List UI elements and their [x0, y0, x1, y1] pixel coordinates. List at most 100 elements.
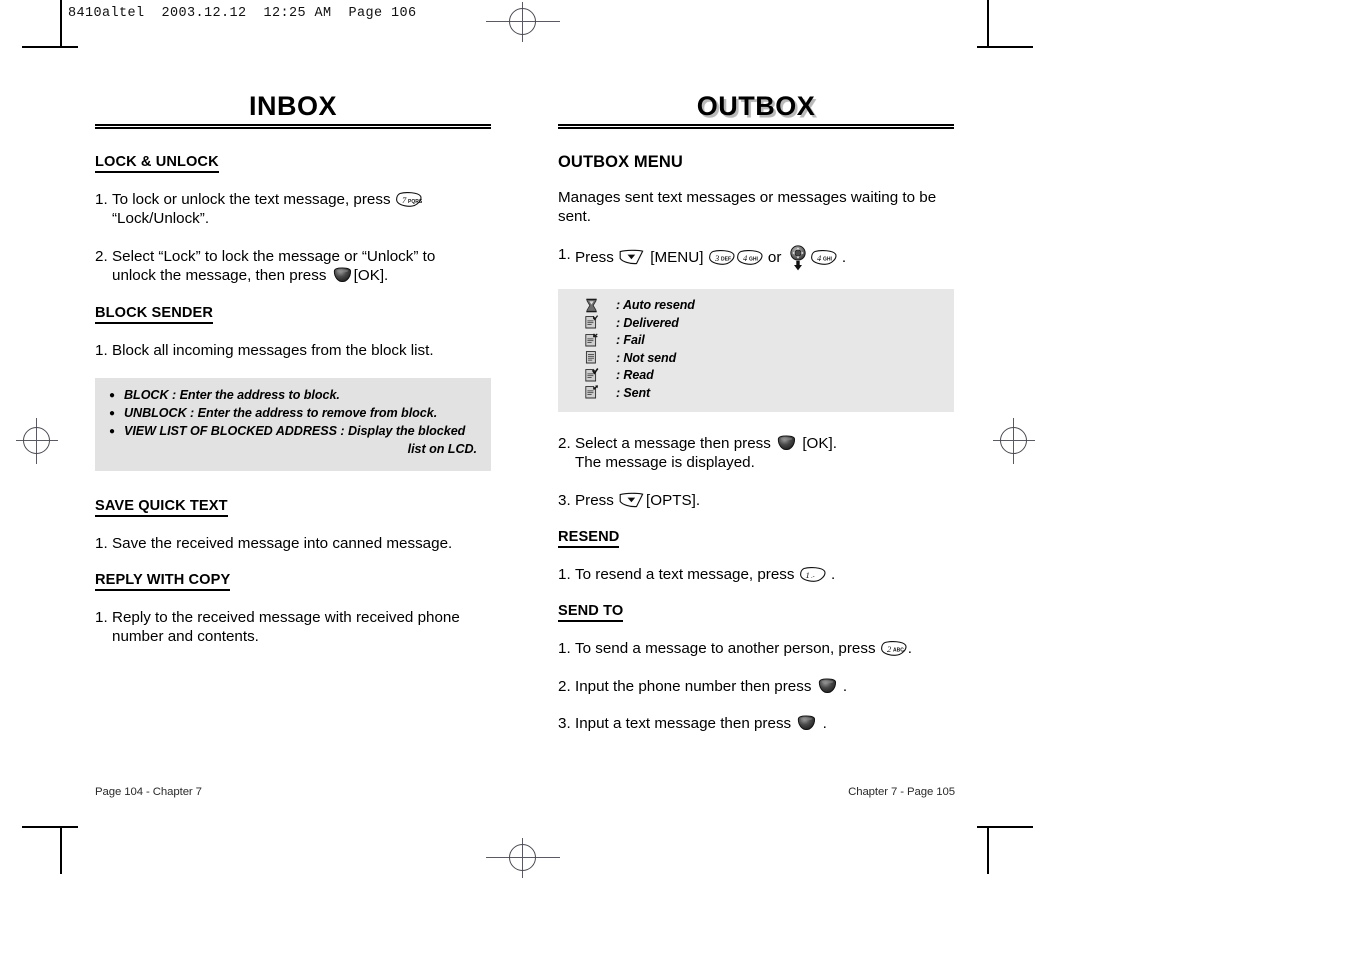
- callout-line: ● UNBLOCK : Enter the address to remove …: [109, 405, 477, 423]
- legend-row: : Sent: [558, 384, 954, 402]
- ok-button-icon[interactable]: [777, 435, 796, 451]
- doc-x-icon: [584, 333, 616, 348]
- legend-label: : Delivered: [616, 315, 679, 330]
- step-number: 2.: [95, 247, 108, 265]
- legend-row: : Read: [558, 367, 954, 385]
- step-number: 3.: [558, 715, 571, 733]
- step-block-sender-1: 1. Block all incoming messages from the …: [95, 341, 491, 360]
- step-number: 2.: [558, 677, 571, 695]
- ok-button-icon[interactable]: [818, 678, 837, 694]
- legend-row: : Fail: [558, 332, 954, 350]
- key-7-pqrs-icon[interactable]: 7 PQRS: [395, 191, 422, 207]
- step-text: Block all incoming messages from the blo…: [112, 341, 434, 359]
- step-text-continuation: “Lock/Unlock”.: [112, 210, 210, 228]
- svg-text:.-: .-: [811, 574, 815, 580]
- step-send-to-3: 3. Input a text message then press .: [558, 714, 954, 733]
- section-heading-send-to: SEND TO: [558, 603, 624, 623]
- footer-left-page-number: Page 104 - Chapter 7: [95, 786, 202, 798]
- step-text: To resend a text message, press 1 .- .: [575, 566, 836, 583]
- section-heading-block-sender: BLOCK SENDER: [95, 305, 213, 324]
- left-softkey-icon[interactable]: [619, 492, 644, 508]
- left-page-inbox: INBOX LOCK & UNLOCK 1. To lock or unlock…: [95, 92, 491, 665]
- callout-line: ● VIEW LIST OF BLOCKED ADDRESS : Display…: [109, 423, 477, 459]
- key-4-ghi-icon[interactable]: 4 GHI: [810, 249, 837, 265]
- ok-button-icon[interactable]: [333, 267, 352, 283]
- step-text: Input a text message then press .: [575, 715, 827, 733]
- legend-label: : Fail: [616, 333, 645, 348]
- section-lock-unlock: LOCK & UNLOCK 1. To lock or unlock the t…: [95, 153, 491, 286]
- svg-text:PQRS: PQRS: [408, 199, 422, 205]
- step-number: 1.: [95, 190, 108, 208]
- svg-text:GHI: GHI: [823, 256, 833, 262]
- legend-label: : Sent: [616, 385, 651, 400]
- footer-right-page-number: Chapter 7 - Page 105: [848, 786, 955, 798]
- crop-mark-bottom-left-horizontal: [22, 826, 78, 828]
- step-text: Reply to the received message with recei…: [112, 608, 491, 647]
- doc-arrow-icon: [584, 385, 616, 400]
- crop-mark-top-left-vertical: [60, 0, 62, 46]
- step-text: Input the phone number then press .: [575, 677, 848, 695]
- title-rule-right: [558, 124, 954, 129]
- key-2-abc-icon[interactable]: 2 ABC: [880, 641, 907, 657]
- key-1-icon[interactable]: 1 .-: [799, 567, 826, 582]
- crop-mark-top-right-vertical: [987, 0, 989, 46]
- message-status-icon-legend: : Auto resend : Delivered : Fail : Not s…: [558, 288, 954, 412]
- step-number: 1.: [558, 566, 571, 583]
- bullet-icon: ●: [109, 425, 115, 437]
- step-number: 1.: [558, 245, 571, 263]
- step-text-continuation: number and contents.: [112, 628, 259, 646]
- key-4-ghi-icon[interactable]: 4 GHI: [736, 249, 763, 265]
- callout-text: BLOCK : Enter the address to block.: [124, 388, 340, 402]
- outbox-intro-text: Manages sent text messages or messages w…: [558, 188, 937, 226]
- bullet-icon: ●: [109, 390, 115, 401]
- step-resend-1: 1. To resend a text message, press 1 .- .: [558, 565, 954, 584]
- title-rule-left: [95, 124, 491, 129]
- callout-text: UNBLOCK : Enter the address to remove fr…: [124, 405, 438, 420]
- step-text-continuation: unlock the message, then press [OK].: [112, 267, 389, 285]
- doc-plain-icon: [584, 350, 616, 365]
- registration-mark-left: [16, 418, 58, 464]
- step-save-quick-text-1: 1. Save the received message into canned…: [95, 534, 491, 553]
- bullet-icon: ●: [109, 407, 115, 419]
- step-number: 1.: [95, 534, 108, 552]
- crop-mark-bottom-right-vertical: [987, 828, 989, 874]
- legend-row: : Delivered: [558, 314, 954, 332]
- left-softkey-icon[interactable]: [619, 249, 644, 265]
- legend-row: : Auto resend: [558, 297, 954, 315]
- section-send-to: SEND TO 1. To send a message to another …: [558, 602, 954, 733]
- registration-mark-bottom: [486, 838, 560, 878]
- section-heading-resend: RESEND: [558, 529, 620, 548]
- doc-check-icon: [584, 315, 616, 330]
- crop-mark-bottom-left-vertical: [60, 828, 62, 874]
- svg-text:ABC: ABC: [893, 648, 904, 654]
- svg-text:1: 1: [805, 570, 809, 580]
- step-outbox-menu-3: 3. Press [OPTS].: [558, 491, 954, 510]
- callout-text-hang: list on LCD.: [407, 441, 477, 456]
- step-number: 1.: [558, 640, 571, 658]
- legend-label: : Auto resend: [616, 298, 695, 313]
- section-block-sender: BLOCK SENDER 1. Block all incoming messa…: [95, 304, 491, 360]
- crop-mark-top-right-horizontal: [977, 46, 1033, 48]
- step-number: 1.: [95, 608, 108, 626]
- section-heading-lock-unlock: LOCK & UNLOCK: [95, 154, 219, 173]
- page-title-outbox: OUTBOX: [696, 91, 816, 121]
- key-3-def-icon[interactable]: 3 DEF: [708, 249, 735, 265]
- print-slug-header: 8410altel 2003.12.12 12:25 AM Page 106: [68, 6, 417, 21]
- step-text: Save the received message into canned me…: [112, 534, 453, 552]
- crop-mark-top-left-horizontal: [22, 46, 78, 48]
- legend-row: : Not send: [558, 349, 954, 367]
- navigation-pad-down-icon[interactable]: [787, 244, 809, 271]
- registration-mark-right: [993, 418, 1035, 464]
- section-heading-outbox-menu: OUTBOX MENU: [558, 152, 683, 171]
- callout-line: ● BLOCK : Enter the address to block.: [109, 387, 477, 405]
- step-lock-unlock-1: 1. To lock or unlock the text message, p…: [95, 190, 491, 229]
- page-title-inbox: INBOX: [248, 91, 337, 121]
- legend-label: : Read: [616, 368, 654, 383]
- step-text-continuation: The message is displayed.: [575, 454, 755, 472]
- step-outbox-menu-2: 2. Select a message then press [OK]. The…: [558, 434, 954, 473]
- ok-button-icon[interactable]: [797, 715, 816, 731]
- step-number: 2.: [558, 434, 571, 452]
- callout-text: VIEW LIST OF BLOCKED ADDRESS : Display t…: [124, 423, 477, 459]
- registration-mark-top: [486, 2, 560, 42]
- legend-label: : Not send: [616, 350, 677, 365]
